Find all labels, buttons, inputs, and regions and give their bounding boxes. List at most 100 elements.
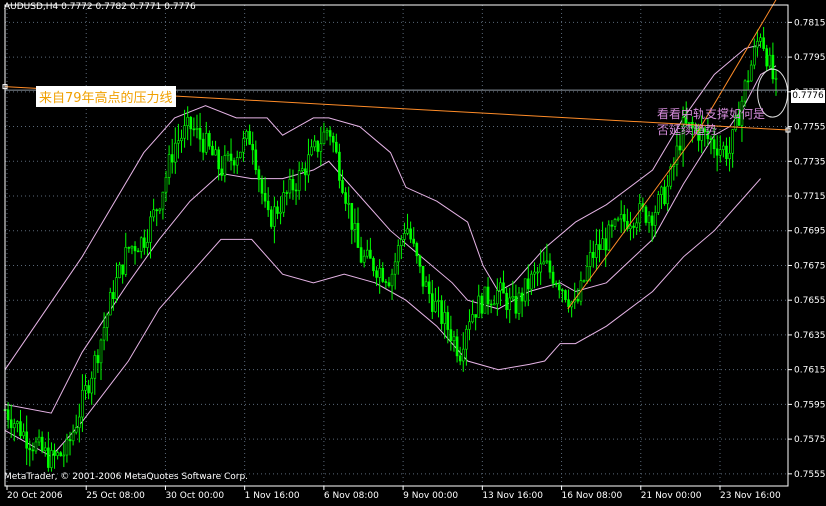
candle-body	[663, 186, 666, 205]
candle-body	[486, 286, 490, 305]
candle-body	[746, 80, 750, 83]
candle-body	[471, 314, 474, 323]
y-tick-label: 0.7755	[794, 123, 826, 133]
x-tick-label: 16 Nov 08:00	[562, 491, 623, 501]
candle-body	[396, 245, 400, 263]
candle-body	[505, 292, 508, 311]
candle-body	[545, 260, 549, 263]
candle-body	[260, 179, 264, 194]
candle-body	[520, 292, 524, 302]
candle-body	[235, 157, 239, 166]
candle-body	[344, 192, 347, 204]
candle-body	[576, 298, 580, 302]
symbol-header: AUDUSD,H4 0.7772 0.7782 0.7771 0.7776	[4, 2, 196, 12]
candle-body	[130, 246, 134, 249]
candle-body	[279, 211, 282, 214]
candle-body	[226, 153, 230, 156]
candle-body	[446, 312, 450, 330]
candle-body	[195, 127, 199, 130]
candle-body	[22, 431, 25, 437]
chart-area: 0.78150.77950.77750.77550.77350.77150.76…	[0, 0, 826, 502]
x-tick-label: 9 Nov 00:00	[403, 491, 458, 501]
axes: 0.78150.77950.77750.77550.77350.77150.76…	[4, 4, 826, 501]
candle-body	[307, 154, 310, 176]
candle-body	[93, 355, 97, 379]
candle-body	[449, 329, 453, 342]
candle-body	[718, 149, 722, 156]
x-tick-label: 13 Nov 16:00	[482, 491, 543, 501]
candle-body	[483, 286, 487, 314]
candle-body	[170, 154, 174, 163]
plot-frame	[4, 4, 789, 487]
candle-body	[300, 168, 304, 172]
candle-body	[474, 314, 477, 318]
candle-body	[480, 295, 484, 314]
candle-body	[313, 140, 316, 148]
candle-body	[133, 246, 137, 252]
candle-body	[539, 263, 542, 273]
candle-body	[211, 145, 214, 156]
x-tick-label: 1 Nov 16:00	[245, 491, 300, 501]
candle-body	[427, 281, 431, 294]
candle-body	[65, 439, 69, 456]
candle-body	[616, 218, 620, 221]
candle-body	[28, 447, 32, 451]
candle-body	[369, 249, 372, 259]
x-tick-label: 23 Nov 16:00	[720, 491, 781, 501]
y-tick-label: 0.7595	[794, 400, 826, 410]
candle-body	[115, 277, 118, 299]
candle-body	[347, 202, 350, 205]
candle-body	[322, 131, 326, 145]
candle-body	[372, 258, 375, 272]
candle-body	[393, 261, 397, 275]
candle-body	[56, 452, 59, 456]
candle-body	[548, 260, 552, 273]
candle-body	[139, 237, 143, 252]
y-tick-label: 0.7555	[794, 470, 826, 480]
candle-body	[598, 244, 601, 250]
candle-body	[622, 214, 626, 222]
candle-body	[149, 216, 152, 243]
candle-body	[245, 131, 248, 140]
candle-body	[601, 238, 604, 250]
x-tick-label: 6 Nov 08:00	[324, 491, 379, 501]
candle-body	[644, 206, 648, 223]
candle-body	[712, 139, 716, 150]
candle-body	[452, 336, 456, 342]
candle-body	[768, 54, 772, 67]
candle-body	[743, 80, 747, 102]
candle-body	[19, 421, 22, 437]
candle-body	[387, 282, 391, 287]
candle-body	[254, 149, 258, 170]
candle-body	[564, 290, 567, 300]
candle-body	[331, 136, 335, 143]
candle-body	[554, 283, 558, 285]
current-price-label: 0.7776	[791, 90, 825, 103]
candle-body	[192, 128, 196, 131]
candle-body	[50, 450, 53, 468]
candle-body	[189, 116, 193, 130]
candle-body	[59, 452, 63, 457]
candle-body	[607, 224, 611, 251]
candle-body	[62, 454, 66, 457]
candle-body	[412, 238, 416, 244]
high-price: 0.7782	[95, 2, 128, 12]
candle-body	[477, 295, 481, 318]
candle-body	[68, 439, 72, 442]
y-tick-label: 0.7635	[794, 331, 826, 341]
candle-body	[511, 296, 515, 299]
candle-body	[220, 168, 224, 176]
candle-body	[774, 77, 778, 80]
candle-body	[53, 450, 56, 456]
candle-body	[424, 281, 428, 287]
candle-body	[242, 138, 245, 153]
candle-body	[316, 140, 320, 152]
candle-body	[71, 431, 75, 442]
candle-body	[409, 228, 412, 240]
candle-body	[269, 209, 273, 227]
candle-body	[443, 312, 446, 324]
candle-body	[239, 151, 242, 158]
candle-body	[381, 267, 385, 282]
candle-body	[335, 141, 338, 153]
candle-body	[248, 131, 251, 145]
